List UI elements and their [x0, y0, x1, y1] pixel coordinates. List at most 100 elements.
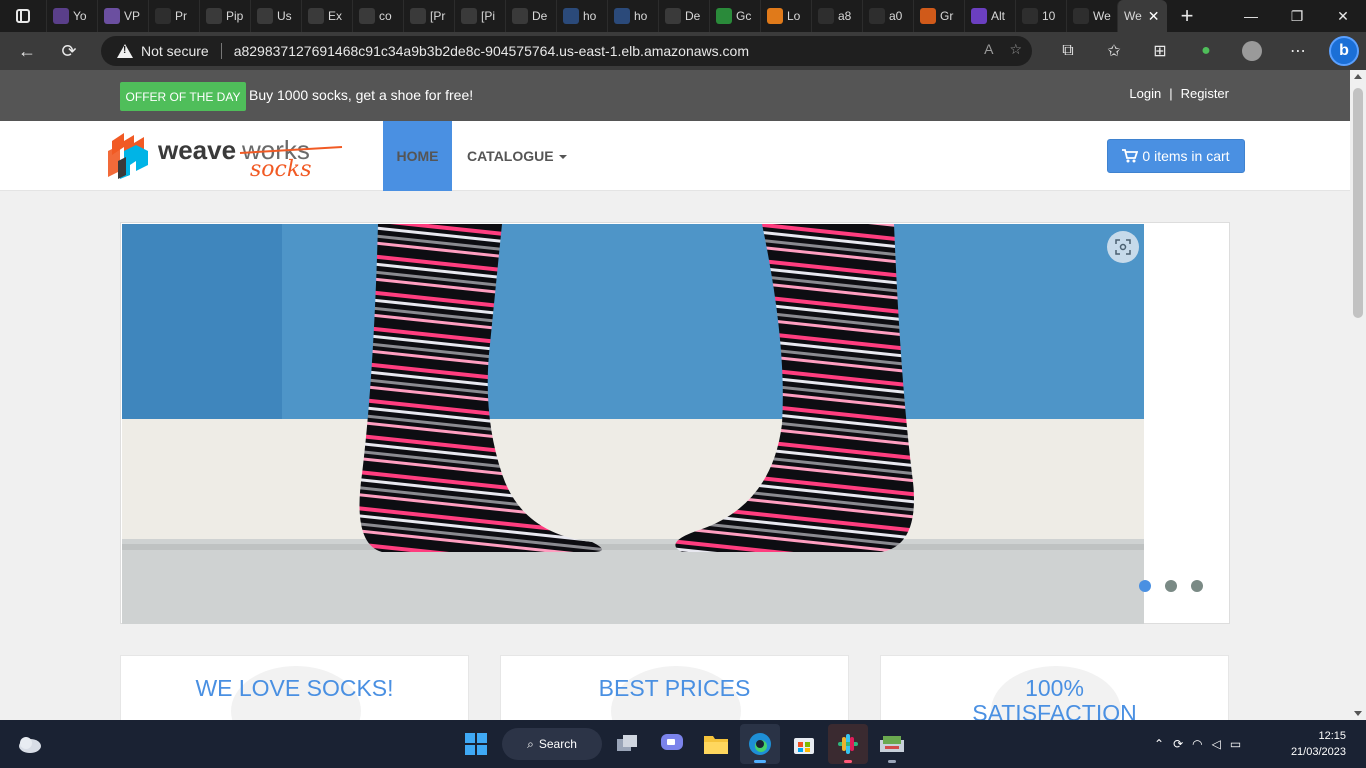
battery-icon[interactable]: ▭: [1230, 737, 1241, 751]
chevron-up-icon[interactable]: ⌃: [1154, 737, 1164, 751]
address-bar[interactable]: Not secure a829837127691468c91c34a9b3b2d…: [101, 36, 1032, 66]
tab-19[interactable]: Alt: [964, 0, 1015, 32]
tab-8[interactable]: [Pr: [403, 0, 454, 32]
tab-4[interactable]: Pip: [199, 0, 250, 32]
tab-active[interactable]: We ✕: [1117, 0, 1167, 32]
tab-14[interactable]: Gc: [709, 0, 760, 32]
socks-photo: [122, 224, 1144, 624]
windows-taskbar: ⌕ Search ⌃ ⟳ ◠ ◁ ▭ 12:15 21/03/2023: [0, 720, 1366, 768]
url-text[interactable]: a829837127691468c91c34a9b3b2de8c-9045757…: [234, 43, 749, 59]
logo-text-weave: weave: [157, 135, 236, 165]
back-button[interactable]: ←: [6, 32, 48, 70]
favorites-icon[interactable]: ✩: [1091, 41, 1137, 61]
tab-18[interactable]: Gr: [913, 0, 964, 32]
tab-7[interactable]: co: [352, 0, 403, 32]
sync-icon[interactable]: ⟳: [1173, 737, 1183, 751]
tab-12[interactable]: ho: [607, 0, 658, 32]
tab-6[interactable]: Ex: [301, 0, 352, 32]
tab-11[interactable]: ho: [556, 0, 607, 32]
tab-favicon-icon: [920, 8, 936, 24]
extension-green-icon[interactable]: ●: [1183, 42, 1229, 60]
tab-favicon-icon: [257, 8, 273, 24]
extensions-icon[interactable]: ⧉: [1045, 42, 1091, 60]
tab-9[interactable]: [Pi: [454, 0, 505, 32]
page-scrollbar[interactable]: [1350, 70, 1366, 720]
slack-button[interactable]: [828, 724, 868, 764]
tab-favicon-icon: [104, 8, 120, 24]
cart-button[interactable]: 0 items in cart: [1107, 139, 1245, 173]
tab-favicon-icon: [767, 8, 783, 24]
tab-17[interactable]: a0: [862, 0, 913, 32]
hero-carousel[interactable]: [120, 222, 1230, 624]
store-icon: [794, 738, 814, 754]
clock-date: 21/03/2023: [1290, 746, 1346, 758]
scroll-up-icon[interactable]: [1354, 74, 1362, 79]
carousel-dot-2[interactable]: [1165, 580, 1177, 592]
app-button[interactable]: [872, 724, 912, 764]
tab-13[interactable]: De: [658, 0, 709, 32]
collections-icon[interactable]: ⊞: [1137, 41, 1183, 61]
task-view-icon: [617, 735, 637, 751]
close-tab-icon[interactable]: ✕: [1148, 8, 1160, 25]
logo-graphic: weave works socks: [108, 133, 343, 182]
visual-search-button[interactable]: [1107, 231, 1139, 263]
tab-label: Pip: [226, 9, 244, 23]
teams-chat-button[interactable]: [652, 724, 692, 764]
active-indicator: [754, 760, 766, 763]
register-link[interactable]: Register: [1181, 86, 1229, 101]
start-button[interactable]: [456, 724, 496, 764]
tab-3[interactable]: Pr: [148, 0, 199, 32]
refresh-button[interactable]: ⟳: [48, 32, 90, 70]
edge-browser-button[interactable]: [740, 724, 780, 764]
tab-20[interactable]: 10: [1015, 0, 1066, 32]
tab-15[interactable]: Lo: [760, 0, 811, 32]
tab-16[interactable]: a8: [811, 0, 862, 32]
carousel-dot-1[interactable]: [1139, 580, 1151, 592]
new-tab-button[interactable]: +: [1167, 0, 1207, 32]
tab-2[interactable]: VP: [97, 0, 148, 32]
security-indicator[interactable]: Not secure: [141, 43, 209, 59]
read-aloud-icon[interactable]: A: [984, 41, 993, 58]
tab-1[interactable]: Yo: [46, 0, 97, 32]
tab-strip: Yo VP Pr Pip Us Ex co [Pr [Pi De ho ho De Gc Lo a8 a0 Gr A…: [46, 0, 1117, 32]
carousel-indicators: [1139, 580, 1203, 592]
file-explorer-button[interactable]: [696, 724, 736, 764]
offer-of-the-day-button[interactable]: OFFER OF THE DAY: [120, 82, 246, 111]
nav-catalogue[interactable]: CATALOGUE: [467, 121, 567, 191]
caret-down-icon: [558, 154, 567, 159]
tab-favicon-icon: [206, 8, 222, 24]
close-window-button[interactable]: ✕: [1320, 0, 1366, 32]
wifi-icon[interactable]: ◠: [1192, 737, 1202, 751]
tab-favicon-icon: [665, 8, 681, 24]
microsoft-store-button[interactable]: [784, 724, 824, 764]
weaveworks-socks-logo[interactable]: weave works socks: [104, 131, 344, 182]
carousel-dot-3[interactable]: [1191, 580, 1203, 592]
task-view-button[interactable]: [608, 724, 648, 764]
more-menu-icon[interactable]: ⋯: [1275, 41, 1321, 61]
tab-5[interactable]: Us: [250, 0, 301, 32]
offer-text: Buy 1000 socks, get a shoe for free!: [249, 87, 474, 103]
scroll-down-icon[interactable]: [1354, 711, 1362, 716]
tab-actions-button[interactable]: [0, 0, 46, 32]
weather-widget[interactable]: [16, 733, 42, 755]
nav-home[interactable]: HOME: [383, 121, 452, 191]
profile-avatar[interactable]: [1242, 41, 1262, 61]
add-favorite-icon[interactable]: ☆: [1009, 41, 1022, 58]
volume-icon[interactable]: ◁: [1212, 737, 1221, 751]
tab-favicon-icon: [614, 8, 630, 24]
tab-label: De: [532, 9, 548, 23]
taskbar-search[interactable]: ⌕ Search: [502, 728, 602, 760]
login-link[interactable]: Login: [1129, 86, 1161, 101]
minimize-button[interactable]: —: [1228, 0, 1274, 32]
browser-tab-bar: Yo VP Pr Pip Us Ex co [Pr [Pi De ho ho De Gc Lo a8 a0 Gr A…: [0, 0, 1366, 32]
restore-button[interactable]: ❐: [1274, 0, 1320, 32]
window-controls: — ❐ ✕: [1228, 0, 1366, 32]
bing-chat-icon[interactable]: b: [1329, 36, 1359, 66]
clock[interactable]: 12:15 21/03/2023: [1291, 728, 1346, 760]
tab-21[interactable]: We: [1066, 0, 1117, 32]
tab-10[interactable]: De: [505, 0, 556, 32]
scroll-thumb[interactable]: [1353, 88, 1363, 318]
tab-favicon-icon: [1073, 8, 1089, 24]
tab-favicon-icon: [512, 8, 528, 24]
slack-icon: [838, 734, 858, 754]
